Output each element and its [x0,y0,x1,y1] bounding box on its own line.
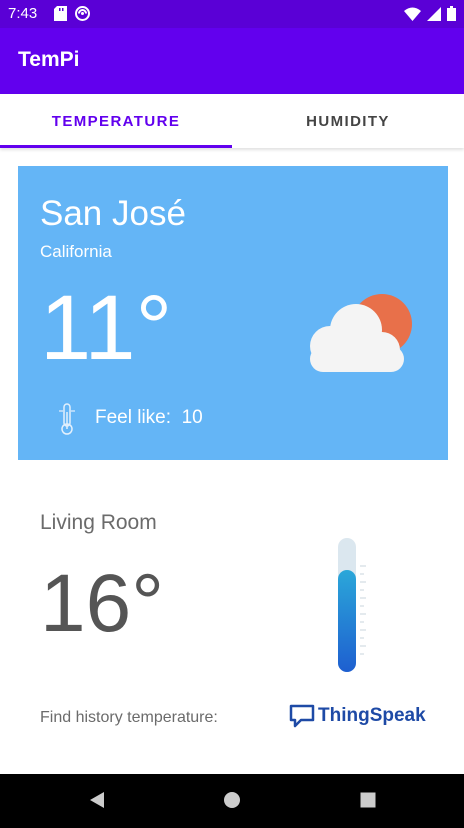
history-label: Find history temperature: [40,709,218,726]
partly-cloudy-icon [310,294,412,372]
weather-card: San José California 11° Feel like: 10 [18,166,448,460]
room-name: Living Room [40,511,157,534]
recents-icon[interactable] [359,791,377,809]
thingspeak-link[interactable]: ThingSpeak [289,704,426,728]
app-bar: TemPi [0,28,464,94]
region-name: California [40,242,112,261]
tab-bar: TEMPERATURE HUMIDITY [0,94,464,148]
tab-humidity[interactable]: HUMIDITY [232,94,464,148]
sync-icon [75,6,90,21]
tab-indicator [0,145,232,148]
speech-bubble-icon [289,704,315,728]
status-notification-icons [54,6,90,21]
thermometer-gauge-icon [338,538,366,672]
back-icon[interactable] [88,791,106,809]
city-name: San José [40,194,186,233]
sd-card-icon [54,6,67,21]
thermometer-icon [59,403,75,435]
wifi-icon [404,7,421,21]
thingspeak-label: ThingSpeak [318,705,426,726]
home-icon[interactable] [223,791,241,809]
status-time: 7:43 [8,5,38,22]
status-system-icons [404,6,456,21]
app-title: TemPi [18,48,80,71]
feel-like-value: 10 [181,407,203,428]
signal-icon [427,6,441,21]
tab-temperature[interactable]: TEMPERATURE [0,94,232,148]
outside-temperature: 11° [40,277,173,379]
room-temperature: 16° [40,558,165,649]
battery-icon [447,6,456,21]
status-bar: 7:43 [0,0,464,28]
feel-like-label: Feel like: [95,407,172,428]
feel-like: Feel like: 10 [95,407,203,429]
navigation-bar [0,774,464,828]
